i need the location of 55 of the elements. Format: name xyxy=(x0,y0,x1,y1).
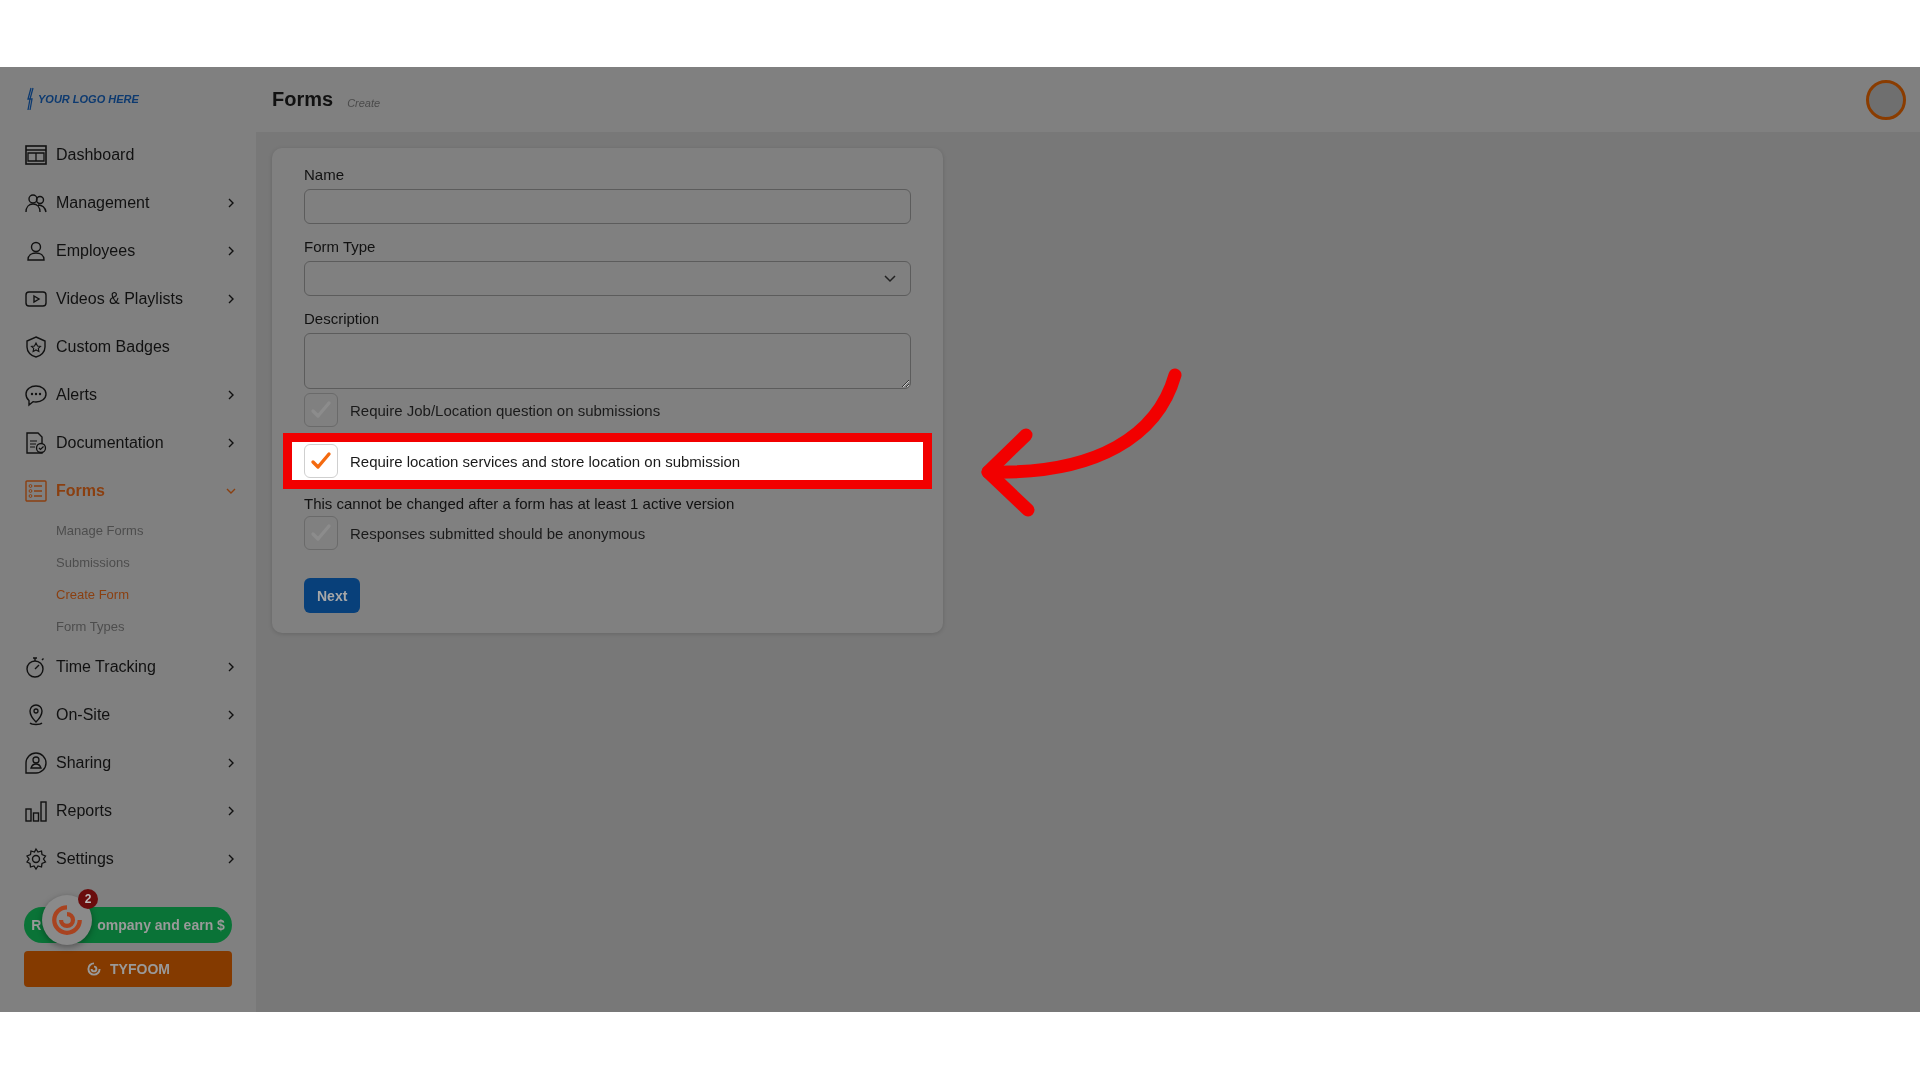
checkbox-label: Require location services and store location on submission xyxy=(350,452,741,470)
sidebar-item[interactable]: Alerts xyxy=(0,371,256,419)
chevron-right-icon xyxy=(226,710,236,720)
sidebar-item[interactable]: Dashboard xyxy=(0,131,256,179)
list-icon xyxy=(24,479,48,503)
sidebar-item[interactable]: Videos & Playlists xyxy=(0,275,256,323)
lightning-logo-icon xyxy=(26,87,34,111)
chevron-right-icon xyxy=(226,662,236,672)
settings-icon xyxy=(24,847,48,871)
logo-text: YOUR LOGO HERE xyxy=(38,93,139,105)
bar-chart-icon xyxy=(24,799,48,823)
chevron-right-icon xyxy=(226,198,236,208)
chevron-right-icon xyxy=(226,854,236,864)
checkbox[interactable] xyxy=(304,393,338,427)
badge-icon xyxy=(24,335,48,359)
chevron-right-icon xyxy=(226,246,236,256)
next-button[interactable]: Next xyxy=(304,578,361,613)
sidebar-item[interactable]: Management xyxy=(0,179,256,227)
notification-badge: 2 xyxy=(78,889,98,909)
brand-button[interactable]: TYFOOM xyxy=(24,951,232,987)
sidebar-item[interactable]: Time Tracking xyxy=(0,643,256,691)
sidebar-item[interactable]: Settings xyxy=(0,835,256,883)
dropdown-field[interactable] xyxy=(304,261,911,296)
swirl-icon xyxy=(86,961,103,977)
avatar[interactable] xyxy=(1866,79,1906,120)
checkbox-label: Responses submitted should be anonymous xyxy=(350,524,646,542)
document-check-icon xyxy=(24,431,48,455)
chevron-right-icon xyxy=(226,758,236,768)
checkbox[interactable] xyxy=(304,516,338,550)
chevron-down-icon xyxy=(226,486,236,496)
input-field[interactable] xyxy=(304,189,911,224)
sidebar-item[interactable]: On-Site xyxy=(0,691,256,739)
chevron-right-icon xyxy=(226,294,236,304)
page-title: Forms xyxy=(272,88,334,111)
chevron-right-icon xyxy=(226,806,236,816)
chat-bubble-icon xyxy=(24,383,48,407)
field-label: Name xyxy=(304,166,345,183)
swirl-icon xyxy=(50,903,84,937)
field-label: Form Type xyxy=(304,238,377,255)
sidebar-item[interactable]: Reports xyxy=(0,787,256,835)
chevron-down-icon xyxy=(884,274,896,283)
sidebar-item[interactable]: Documentation xyxy=(0,419,256,467)
sidebar-item[interactable]: Custom Badges xyxy=(0,323,256,371)
person-bubble-icon xyxy=(24,751,48,775)
sidebar-item[interactable]: Sharing xyxy=(0,739,256,787)
people-icon xyxy=(24,191,48,215)
dashboard-icon xyxy=(24,143,48,167)
checkbox-label: Require Job/Location question on submissions xyxy=(350,401,661,419)
person-icon xyxy=(24,239,48,263)
chevron-right-icon xyxy=(226,390,236,400)
field-label: Description xyxy=(304,310,381,327)
help-text: This cannot be changed after a form has at least 1 active version xyxy=(303,494,736,512)
textarea-field[interactable] xyxy=(304,333,911,389)
sidebar-item[interactable]: Employees xyxy=(0,227,256,275)
chevron-right-icon xyxy=(226,438,236,448)
